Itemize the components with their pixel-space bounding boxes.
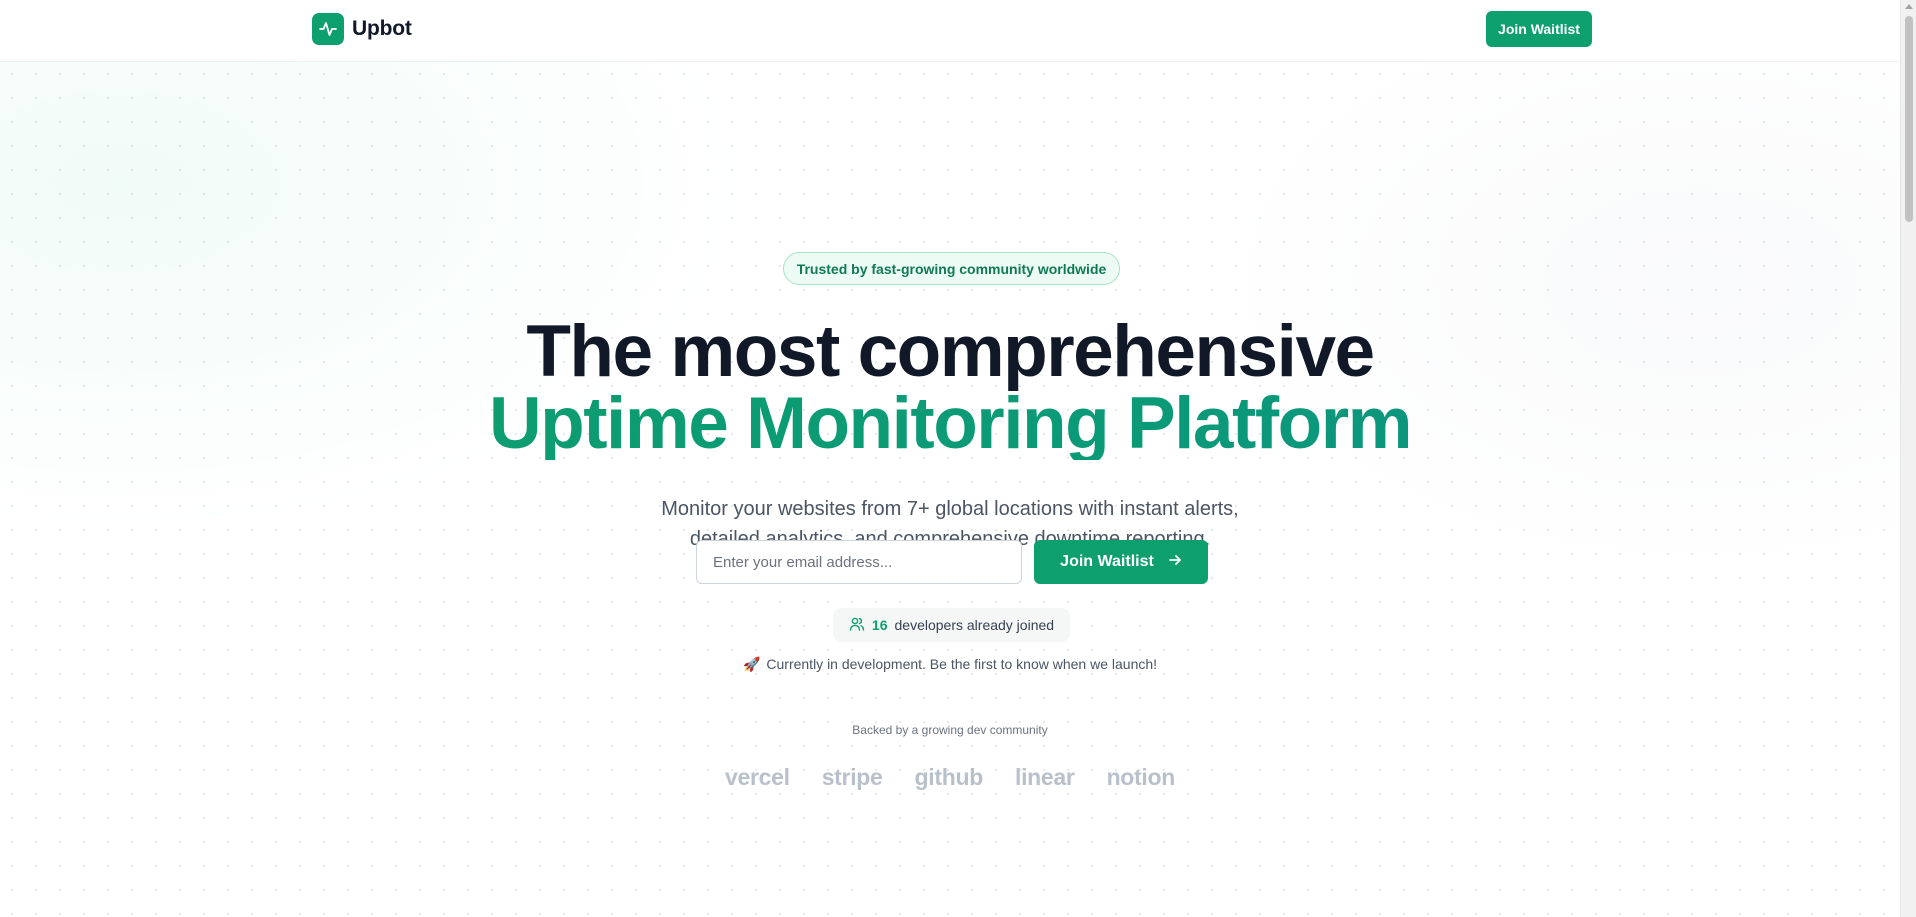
page: Trusted by fast-growing community worldw… [0,0,1916,917]
trust-badge: Trusted by fast-growing community worldw… [783,252,1120,285]
joined-text: developers already joined [894,617,1055,633]
development-note-text: Currently in development. Be the first t… [766,656,1158,672]
headline-line-1: The most comprehensive [526,311,1375,392]
email-input[interactable] [696,540,1022,584]
logo-notion: notion [1106,764,1176,790]
join-waitlist-button[interactable]: Join Waitlist [1034,540,1208,584]
community-logos: vercel stripe github linear notion [0,764,1900,791]
logo-linear: linear [1014,764,1075,790]
top-navbar: Upbot Join Waitlist [0,0,1900,62]
arrow-right-icon [1168,553,1182,572]
logo-vercel: vercel [724,764,790,790]
headline-line-2: Uptime Monitoring Platform [0,387,1900,460]
users-icon [849,616,865,635]
trust-badge-text: Trusted by fast-growing community worldw… [796,260,1107,277]
brand-name: Upbot [352,17,412,40]
joined-counter: 16 developers already joined [833,608,1070,642]
logo-github: github [914,764,984,790]
hero-headline: The most comprehensive Uptime Monitoring… [0,311,1900,460]
brand[interactable]: Upbot [312,13,412,45]
development-note: 🚀 Currently in development. Be the first … [0,656,1900,673]
join-waitlist-label: Join Waitlist [1060,553,1154,570]
vertical-scrollbar[interactable] [1900,0,1916,917]
subtitle-line-1: Monitor your websites from 7+ global loc… [661,498,1239,520]
scroll-up-arrow-icon[interactable] [1905,4,1913,9]
rocket-icon: 🚀 [742,656,761,672]
logo-stripe: stripe [821,764,883,790]
activity-pulse-icon [312,13,344,45]
header-join-waitlist-button[interactable]: Join Waitlist [1486,11,1592,47]
backed-by-label: Backed by a growing dev community [852,723,1048,737]
scrollbar-thumb[interactable] [1905,16,1913,222]
joined-count: 16 [871,617,888,633]
